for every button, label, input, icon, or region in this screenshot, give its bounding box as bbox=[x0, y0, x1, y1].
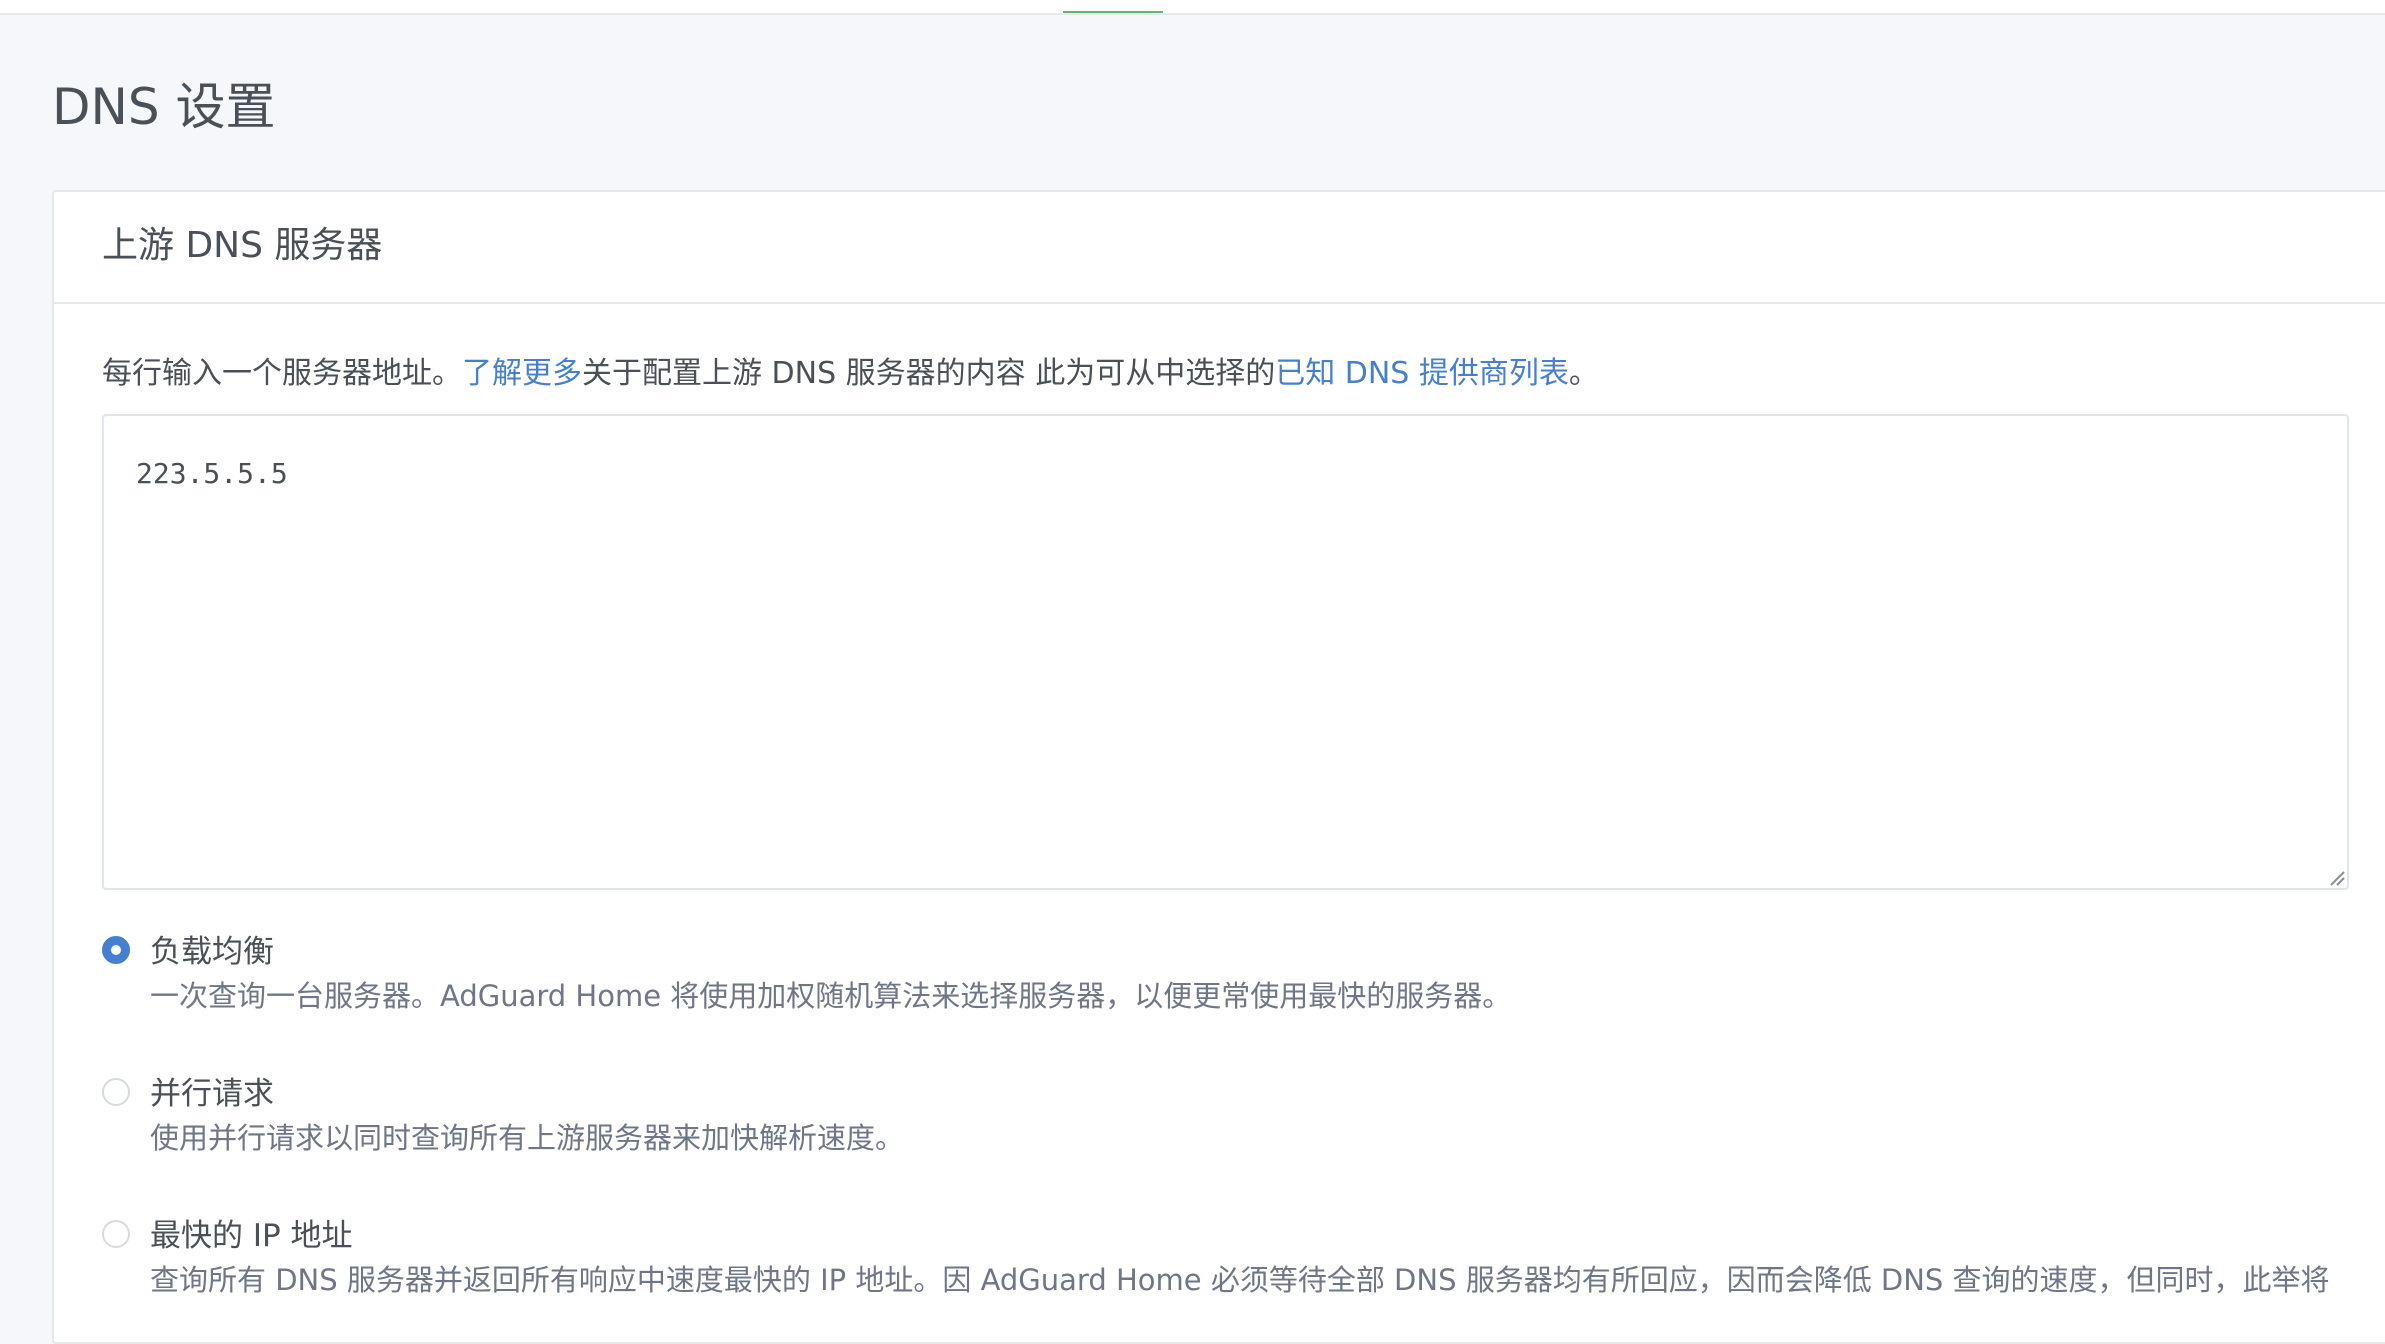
mode-label-fastest-ip[interactable]: 最快的 IP 地址 bbox=[150, 1216, 353, 1256]
card-title: 上游 DNS 服务器 bbox=[102, 225, 383, 266]
top-navigation-bar bbox=[0, 0, 2385, 15]
upstream-servers-textarea[interactable]: 223.5.5.5 bbox=[102, 414, 2349, 890]
help-text-part2: 关于配置上游 DNS 服务器的内容 此为可从中选择的 bbox=[582, 356, 1276, 391]
learn-more-link[interactable]: 了解更多 bbox=[462, 356, 582, 391]
page-title: DNS 设置 bbox=[52, 78, 276, 136]
active-tab-indicator bbox=[1063, 11, 1163, 13]
help-text-part3: 。 bbox=[1568, 356, 1599, 391]
upstream-help-text: 每行输入一个服务器地址。了解更多关于配置上游 DNS 服务器的内容 此为可从中选… bbox=[102, 352, 1599, 396]
help-text-part1: 每行输入一个服务器地址。 bbox=[102, 356, 462, 391]
radio-load-balancing[interactable] bbox=[102, 936, 130, 964]
mode-description-parallel-requests: 使用并行请求以同时查询所有上游服务器来加快解析速度。 bbox=[150, 1121, 905, 1155]
mode-label-parallel-requests[interactable]: 并行请求 bbox=[150, 1074, 274, 1114]
upstream-servers-value: 223.5.5.5 bbox=[136, 457, 288, 490]
card-header: 上游 DNS 服务器 bbox=[54, 192, 2385, 304]
mode-description-fastest-ip: 查询所有 DNS 服务器并返回所有响应中速度最快的 IP 地址。因 AdGuar… bbox=[150, 1263, 2330, 1297]
mode-description-load-balancing: 一次查询一台服务器。AdGuard Home 将使用加权随机算法来选择服务器，以… bbox=[150, 979, 1512, 1013]
dns-providers-link[interactable]: 已知 DNS 提供商列表 bbox=[1275, 356, 1569, 391]
upstream-dns-card: 上游 DNS 服务器 每行输入一个服务器地址。了解更多关于配置上游 DNS 服务… bbox=[52, 190, 2385, 1344]
radio-fastest-ip[interactable] bbox=[102, 1220, 130, 1248]
radio-parallel-requests[interactable] bbox=[102, 1078, 130, 1106]
mode-label-load-balancing[interactable]: 负载均衡 bbox=[150, 932, 274, 972]
resize-grip-icon[interactable] bbox=[2327, 868, 2345, 886]
